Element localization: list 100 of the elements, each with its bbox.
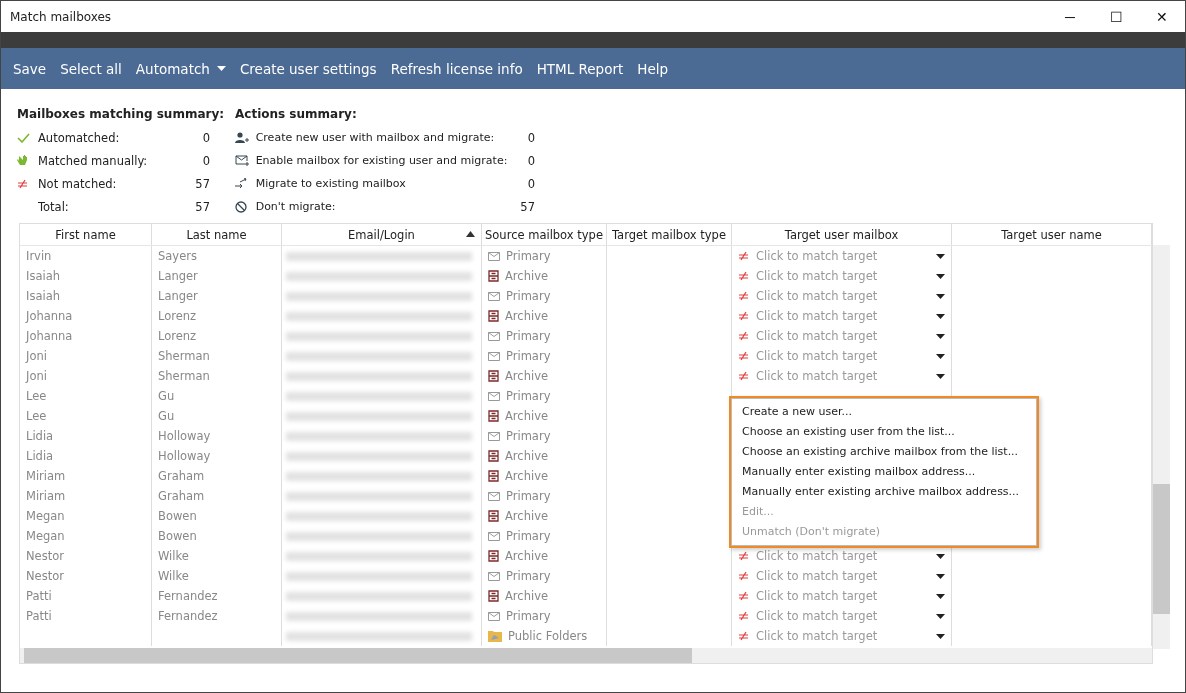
match-target-dropdown[interactable]: Click to match target <box>738 249 951 263</box>
table-cell: Archive <box>505 589 549 603</box>
table-cell: Primary <box>506 389 551 403</box>
toolbar-button[interactable]: Automatch <box>129 56 232 81</box>
section-title: Mailboxes matching summary: <box>17 107 226 121</box>
summary-label: Not matched: <box>38 176 118 191</box>
table-cell: Primary <box>506 349 551 363</box>
not-equal-icon <box>738 271 749 281</box>
table-cell: Primary <box>506 569 551 583</box>
table-cell: Patti <box>26 609 52 623</box>
table-cell: Archive <box>505 469 549 483</box>
summary-label: Total: <box>38 199 70 214</box>
table-cell: Joni <box>26 369 47 383</box>
table-cell: Patti <box>26 589 52 603</box>
caret-icon <box>936 573 945 579</box>
column-header[interactable]: Source mailbox type <box>482 224 607 245</box>
table-cell: Primary <box>506 609 551 623</box>
table-cell: Holloway <box>158 429 211 443</box>
not-equal-icon <box>738 571 749 581</box>
minimize-button[interactable]: ─ <box>1047 1 1093 32</box>
table-cell: Lee <box>26 389 47 403</box>
column-header[interactable]: Target user mailbox <box>732 224 952 245</box>
close-button[interactable]: ✕ <box>1139 1 1185 32</box>
table-cell: Lorenz <box>158 309 197 323</box>
window-title: Match mailboxes <box>9 9 112 24</box>
summary-label: Enable mailbox for existing user and migrate: <box>255 154 509 167</box>
table-cell: Isaiah <box>26 269 60 283</box>
column-header[interactable]: Target user name <box>952 224 1152 245</box>
summary-count: 57 <box>519 199 535 214</box>
summary-label: Don't migrate: <box>255 200 337 213</box>
not-equal-icon <box>738 331 749 341</box>
summary-label: Create new user with mailbox and migrate: <box>255 131 496 144</box>
caret-icon <box>936 273 945 279</box>
summary-count: 0 <box>526 153 535 168</box>
table-cell: Bowen <box>158 529 197 543</box>
match-target-dropdown[interactable]: Click to match target <box>738 269 951 283</box>
table-cell: Primary <box>506 429 551 443</box>
match-target-dropdown[interactable]: Click to match target <box>738 569 951 583</box>
toolbar-button[interactable]: Help <box>631 56 675 81</box>
envelope-icon <box>488 351 500 361</box>
toolbar-button[interactable]: HTML Report <box>530 56 630 81</box>
table-cell: Sayers <box>158 249 197 263</box>
menu-item[interactable]: Manually enter existing archive mailbox address... <box>734 482 1024 502</box>
caret-icon <box>936 333 945 339</box>
summary-label: Migrate to existing mailbox <box>255 177 407 190</box>
table-cell: Sherman <box>158 349 210 363</box>
section-title: Actions summary: <box>235 107 358 121</box>
not-equal-icon <box>738 631 749 641</box>
table-cell: Holloway <box>158 449 211 463</box>
toolbar-button[interactable]: Create user settings <box>233 56 383 81</box>
match-target-dropdown[interactable]: Click to match target <box>738 289 951 303</box>
table-cell: Nestor <box>26 569 64 583</box>
menu-item[interactable]: Choose an existing user from the list... <box>734 422 959 442</box>
table-cell: Miriam <box>26 469 66 483</box>
caret-icon <box>936 593 945 599</box>
toolbar-button[interactable]: Save <box>7 56 53 81</box>
caret-icon <box>936 313 945 319</box>
archive-icon <box>488 450 499 462</box>
caret-icon <box>936 293 945 299</box>
archive-icon <box>488 270 499 282</box>
table-cell: Lidia <box>26 449 54 463</box>
table-cell: Wilke <box>158 569 189 583</box>
match-target-dropdown[interactable]: Click to match target <box>738 549 951 563</box>
table-cell: Archive <box>505 269 549 283</box>
menu-item[interactable]: Create a new user... <box>734 402 856 422</box>
table-cell: Gu <box>158 389 175 403</box>
match-target-dropdown[interactable]: Click to match target <box>738 329 951 343</box>
caret-icon <box>936 553 945 559</box>
envelope-icon <box>488 251 500 261</box>
match-target-dropdown[interactable]: Click to match target <box>738 629 951 643</box>
table-cell: Miriam <box>26 489 66 503</box>
table-cell: Archive <box>505 449 549 463</box>
column-header[interactable]: First name <box>20 224 152 245</box>
menu-item[interactable]: Manually enter existing mailbox address... <box>734 462 980 482</box>
summary-count: 0 <box>526 176 535 191</box>
menu-item[interactable]: Choose an existing archive mailbox from the list... <box>734 442 1023 462</box>
archive-icon <box>488 550 499 562</box>
envelope-plus-icon <box>235 154 250 167</box>
table-cell: Isaiah <box>26 289 60 303</box>
vertical-scrollbar[interactable] <box>1153 245 1170 649</box>
column-header[interactable]: Email/Login <box>282 224 482 245</box>
table-cell: Johanna <box>26 309 73 323</box>
match-target-dropdown[interactable]: Click to match target <box>738 609 951 623</box>
table-cell: Irvin <box>26 249 52 263</box>
match-target-dropdown[interactable]: Click to match target <box>738 369 951 383</box>
match-target-dropdown[interactable]: Click to match target <box>738 349 951 363</box>
table-cell: Primary <box>506 249 551 263</box>
toolbar-button[interactable]: Refresh license info <box>384 56 529 81</box>
column-header[interactable]: Target mailbox type <box>607 224 732 245</box>
match-target-dropdown[interactable]: Click to match target <box>738 309 951 323</box>
match-target-dropdown[interactable]: Click to match target <box>738 589 951 603</box>
summary-count: 0 <box>201 153 210 168</box>
summary-count: 57 <box>194 199 210 214</box>
column-header[interactable]: Last name <box>152 224 282 245</box>
table-cell: Lee <box>26 409 47 423</box>
not-equal-icon <box>738 291 749 301</box>
maximize-button[interactable]: ☐ <box>1093 1 1139 32</box>
toolbar-button[interactable]: Select all <box>54 56 128 81</box>
horizontal-scrollbar[interactable] <box>20 648 1152 663</box>
table-cell: Wilke <box>158 549 189 563</box>
